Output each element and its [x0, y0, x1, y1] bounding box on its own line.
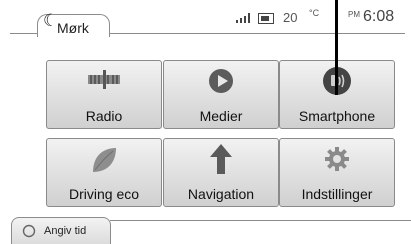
tile-navigation[interactable]: Navigation: [163, 138, 279, 207]
media-play-icon: [209, 69, 233, 93]
moon-icon: ☾: [43, 11, 59, 30]
header-divider-right: [108, 33, 405, 34]
set-time-label: Angiv tid: [44, 225, 87, 237]
clock-icon: [22, 224, 36, 238]
temperature-value: 20: [283, 10, 298, 25]
clock-time: 6:08: [363, 8, 395, 25]
home-screen: ☾ Mørk 20 °C PM 6:08 Radio Medier Smartp…: [0, 0, 411, 244]
tile-label-navigation: Navigation: [187, 186, 255, 202]
pointer-line: [335, 0, 338, 95]
footer-divider: [110, 220, 411, 221]
tile-driving-eco[interactable]: Driving eco: [46, 138, 162, 207]
set-time-button[interactable]: Angiv tid: [11, 217, 111, 244]
tile-label-settings: Indstillinger: [301, 186, 373, 202]
signal-icon: [236, 13, 250, 23]
radio-icon: [88, 70, 120, 89]
tile-label-smartphone: Smartphone: [298, 108, 376, 124]
tile-label-driving-eco: Driving eco: [68, 186, 140, 202]
header-divider-left: [10, 33, 38, 34]
display-mode-label: Mørk: [57, 20, 89, 36]
tile-radio[interactable]: Radio: [46, 60, 162, 129]
clock-ampm: PM: [348, 10, 360, 19]
battery-icon: [258, 13, 274, 24]
navigation-arrow-icon: [210, 144, 232, 174]
eco-leaf-icon: [93, 148, 116, 172]
temperature-unit: °C: [309, 8, 320, 18]
tile-label-media: Medier: [199, 108, 243, 124]
tile-media[interactable]: Medier: [163, 60, 279, 129]
tile-label-radio: Radio: [85, 108, 123, 124]
gear-icon: [325, 147, 349, 171]
tile-settings[interactable]: Indstillinger: [279, 138, 395, 207]
